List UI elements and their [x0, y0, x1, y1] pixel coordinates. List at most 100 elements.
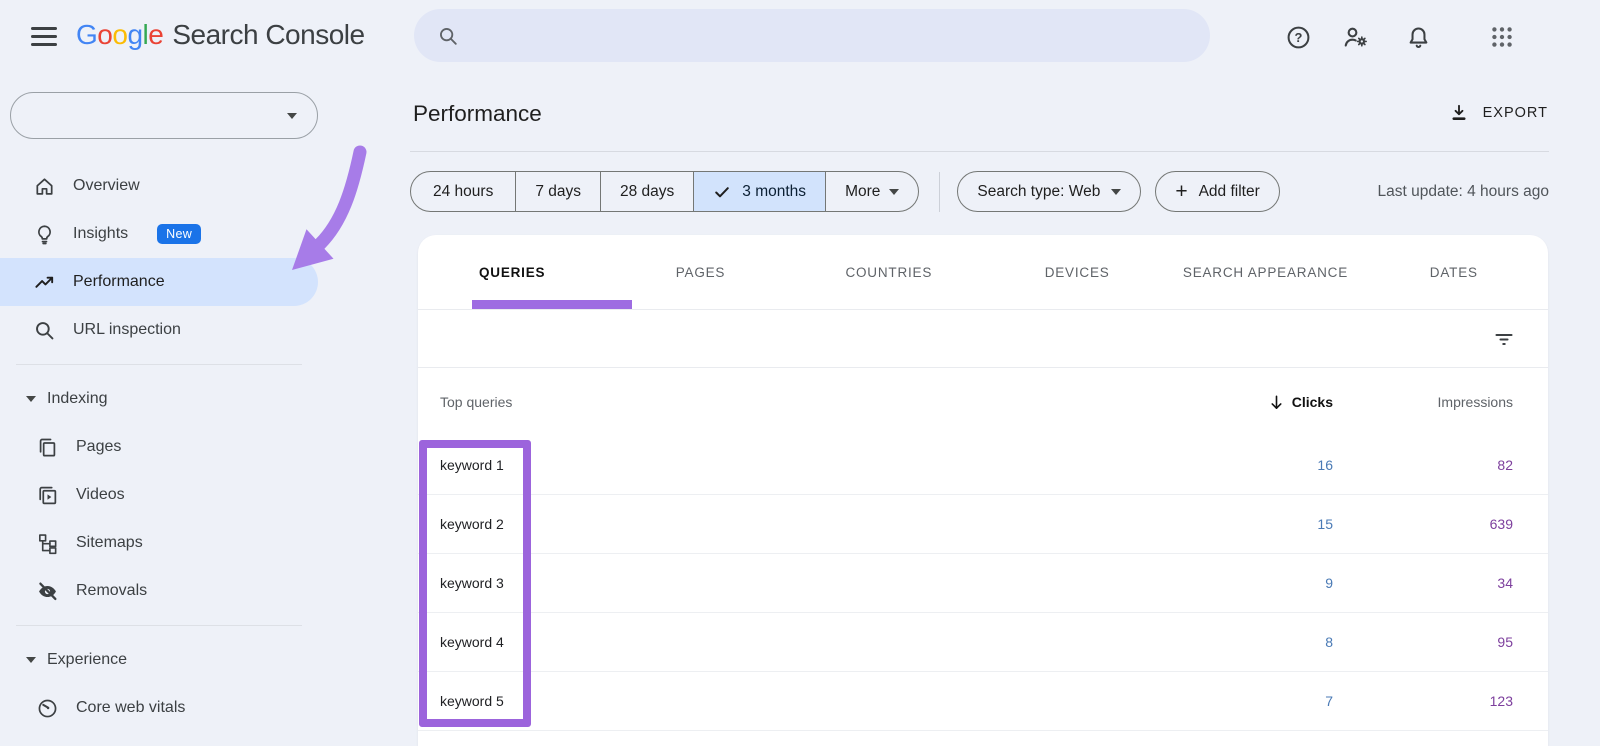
report-tabs: QUERIES PAGES COUNTRIES DEVICES SEARCH A…	[418, 235, 1548, 310]
sidebar-item-insights[interactable]: Insights New	[0, 210, 318, 258]
manage-users-icon[interactable]	[1342, 23, 1370, 51]
date-filter-24-hours[interactable]: 24 hours	[411, 172, 515, 211]
clicks-cell: 8	[1213, 634, 1333, 650]
table-row[interactable]: keyword 5 7 123	[418, 672, 1548, 731]
report-card: QUERIES PAGES COUNTRIES DEVICES SEARCH A…	[418, 235, 1548, 746]
sidebar-section-label: Indexing	[47, 390, 108, 408]
tab-search-appearance[interactable]: SEARCH APPEARANCE	[1171, 235, 1359, 309]
pages-icon	[36, 436, 59, 459]
tab-queries[interactable]: QUERIES	[418, 235, 606, 309]
filter-row: 24 hours 7 days 28 days 3 months More Se…	[410, 171, 1549, 212]
table-row[interactable]: keyword 3 9 34	[418, 554, 1548, 613]
query-cell: keyword 2	[440, 516, 1213, 532]
table-row[interactable]: keyword 4 8 95	[418, 613, 1548, 672]
date-filter-label: 7 days	[535, 183, 581, 201]
search-input[interactable]	[473, 27, 1210, 45]
sidebar-item-url-inspection[interactable]: URL inspection	[0, 306, 318, 354]
logo-letter: g	[127, 19, 142, 51]
sidebar-item-label: Core web vitals	[76, 699, 185, 717]
date-filter-28-days[interactable]: 28 days	[600, 172, 693, 211]
clicks-cell: 16	[1213, 457, 1333, 473]
app-logo: G o o g l e Search Console	[76, 19, 365, 51]
table-header-row: Top queries Clicks Impressions	[418, 368, 1548, 436]
chevron-down-icon	[889, 189, 899, 195]
chevron-down-icon	[26, 396, 36, 402]
tab-label: PAGES	[676, 265, 726, 280]
sidebar-item-performance[interactable]: Performance	[0, 258, 318, 306]
sidebar-section-indexing[interactable]: Indexing	[0, 375, 318, 423]
impressions-cell: 639	[1333, 516, 1513, 532]
search-type-label: Search type: Web	[977, 183, 1100, 201]
sidebar-item-removals[interactable]: Removals	[0, 567, 318, 615]
tab-dates[interactable]: DATES	[1360, 235, 1548, 309]
tab-label: COUNTRIES	[845, 265, 932, 280]
global-search-bar[interactable]	[414, 9, 1210, 62]
plus-icon: +	[1175, 181, 1187, 202]
sidebar-item-overview[interactable]: Overview	[0, 162, 318, 210]
date-filter-more[interactable]: More	[825, 172, 918, 211]
tab-label: DEVICES	[1045, 265, 1110, 280]
date-filter-3-months[interactable]: 3 months	[693, 172, 825, 211]
add-filter-button[interactable]: + Add filter	[1155, 171, 1279, 212]
clicks-cell: 7	[1213, 693, 1333, 709]
sidebar-item-label: Sitemaps	[76, 534, 143, 552]
trending-up-icon	[33, 271, 56, 294]
column-header-impressions[interactable]: Impressions	[1333, 394, 1513, 410]
search-type-button[interactable]: Search type: Web	[957, 171, 1141, 212]
sidebar-item-pages[interactable]: Pages	[0, 423, 318, 471]
video-icon	[36, 484, 59, 507]
sidebar-item-videos[interactable]: Videos	[0, 471, 318, 519]
query-cell: keyword 3	[440, 575, 1213, 591]
sidebar-section-experience[interactable]: Experience	[0, 636, 318, 684]
notifications-icon[interactable]	[1404, 23, 1432, 51]
date-filter-7-days[interactable]: 7 days	[515, 172, 600, 211]
chevron-down-icon	[1111, 189, 1121, 195]
logo-letter: e	[148, 19, 163, 51]
filter-row-divider	[939, 172, 940, 212]
hamburger-menu-icon[interactable]	[31, 27, 57, 46]
table-row[interactable]: keyword 1 16 82	[418, 436, 1548, 495]
sidebar-divider	[16, 364, 302, 365]
speedometer-icon	[36, 697, 59, 720]
sidebar-item-sitemaps[interactable]: Sitemaps	[0, 519, 318, 567]
sidebar-item-label: Videos	[76, 486, 125, 504]
sidebar-item-label: Pages	[76, 438, 121, 456]
table-toolbar	[418, 310, 1548, 368]
svg-text:?: ?	[1294, 30, 1302, 45]
new-badge: New	[157, 224, 201, 244]
clicks-cell: 9	[1213, 575, 1333, 591]
export-button[interactable]: EXPORT	[1448, 102, 1548, 124]
column-header-clicks[interactable]: Clicks	[1213, 394, 1333, 411]
query-cell: keyword 1	[440, 457, 1213, 473]
column-header-top-queries: Top queries	[440, 394, 1213, 410]
impressions-cell: 95	[1333, 634, 1513, 650]
sort-descending-icon	[1268, 394, 1285, 411]
sidebar-item-label: URL inspection	[73, 321, 181, 339]
sidebar-item-core-web-vitals[interactable]: Core web vitals	[0, 684, 318, 732]
sitemap-icon	[36, 532, 59, 555]
logo-letter: G	[76, 19, 97, 51]
tab-label: SEARCH APPEARANCE	[1183, 265, 1348, 280]
date-filter-label: 24 hours	[433, 183, 493, 201]
help-icon[interactable]: ?	[1284, 23, 1312, 51]
apps-grid-icon[interactable]	[1488, 23, 1516, 51]
sidebar-item-label: Performance	[73, 273, 165, 291]
logo-letter: o	[97, 19, 112, 51]
tab-pages[interactable]: PAGES	[606, 235, 794, 309]
sidebar-item-label: Overview	[73, 177, 140, 195]
add-filter-label: Add filter	[1199, 183, 1260, 201]
table-row[interactable]: keyword 2 15 639	[418, 495, 1548, 554]
tab-label: QUERIES	[479, 265, 545, 280]
tab-countries[interactable]: COUNTRIES	[795, 235, 983, 309]
sidebar-item-label: Removals	[76, 582, 147, 600]
page-title: Performance	[413, 101, 542, 127]
sidebar-section-label: Experience	[47, 651, 127, 669]
property-selector[interactable]	[10, 92, 318, 139]
chevron-down-icon	[287, 113, 297, 119]
date-range-filter-group: 24 hours 7 days 28 days 3 months More	[410, 171, 919, 212]
lightbulb-icon	[33, 223, 56, 246]
filter-list-icon[interactable]	[1492, 327, 1516, 351]
date-filter-label: 3 months	[742, 183, 806, 201]
tab-devices[interactable]: DEVICES	[983, 235, 1171, 309]
sidebar-nav: Overview Insights New Performance URL in…	[0, 162, 318, 732]
